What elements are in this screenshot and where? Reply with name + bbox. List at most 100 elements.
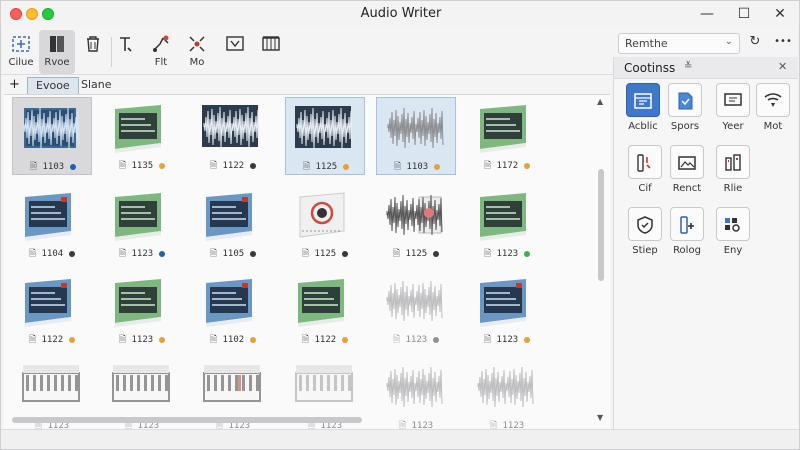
asset-tile[interactable]: 🗎 1125 xyxy=(376,185,456,263)
asset-tile[interactable]: 🗎 1125 xyxy=(285,97,365,175)
asset-thumbnail xyxy=(383,275,447,327)
asset-id: 🗎 1103 xyxy=(393,162,429,172)
panel-button-rlie[interactable] xyxy=(716,145,750,179)
green-box-icon xyxy=(115,279,161,327)
tab-evooe[interactable]: Evooe xyxy=(27,77,79,94)
book-button[interactable]: Rvoe xyxy=(39,30,75,74)
panel-button-yeer[interactable] xyxy=(716,83,750,117)
panel-button-stiep[interactable] xyxy=(628,207,662,241)
piano-red-icon xyxy=(203,365,261,402)
asset-tile[interactable]: 🗎 1172 xyxy=(467,97,547,175)
asset-tile[interactable]: 🗎 1123 xyxy=(467,185,547,263)
asset-tile[interactable]: 🗎 1123 xyxy=(467,271,547,349)
output-icon xyxy=(226,36,244,51)
resize-button[interactable]: Cilue xyxy=(3,30,39,74)
tab-slane[interactable]: Slane xyxy=(73,77,120,94)
panel-close-button[interactable]: ✕ xyxy=(778,60,787,73)
blue-box-icon xyxy=(206,279,252,327)
asset-thumbnail xyxy=(292,361,356,413)
filter-icon xyxy=(725,154,741,171)
green-box-icon xyxy=(298,279,344,327)
output-button[interactable] xyxy=(217,30,253,74)
toolbar-label: Flt xyxy=(154,57,168,68)
panel-button-cif[interactable] xyxy=(628,145,662,179)
asset-tile[interactable]: 🗎 1135 xyxy=(102,97,182,175)
red-box-icon xyxy=(299,192,345,238)
horizontal-scrollbar[interactable] xyxy=(4,414,594,426)
instrument-icon xyxy=(262,36,280,51)
window-title: Audio Writer xyxy=(360,6,442,21)
asset-thumbnail xyxy=(384,102,448,154)
panel-button-renct[interactable] xyxy=(670,145,704,179)
asset-id: 🗎 1123 xyxy=(483,335,519,345)
asset-thumbnail xyxy=(292,189,356,241)
panel-button-acblic[interactable] xyxy=(626,83,660,117)
asset-tile[interactable]: 🗎 1125 xyxy=(285,185,365,263)
asset-id: 🗎 1122 xyxy=(28,335,64,345)
asset-caption: 🗎 1122 xyxy=(193,158,273,174)
wifi-icon xyxy=(764,93,782,107)
asset-id: 🗎 1102 xyxy=(209,335,245,345)
asset-thumbnail xyxy=(474,189,538,241)
asset-tile[interactable]: 🗎 1123 xyxy=(102,185,182,263)
preset-dropdown[interactable]: Remthe ⌄ xyxy=(618,33,740,54)
monitor-button[interactable]: Mo xyxy=(179,30,215,74)
asset-tile[interactable]: 🗎 1122 xyxy=(285,271,365,349)
asset-tile[interactable]: 🗎 1103 xyxy=(12,97,92,175)
asset-thumbnail xyxy=(383,361,447,413)
asset-caption: 🗎 1125 xyxy=(376,246,456,262)
asset-caption: 🗎 1125 xyxy=(286,159,366,175)
asset-caption: 🗎 1123 xyxy=(467,332,547,348)
scrollbar-thumb[interactable] xyxy=(12,417,362,423)
add-tab-button[interactable]: + xyxy=(9,77,20,92)
asset-thumbnail xyxy=(109,101,173,153)
status-dot xyxy=(70,163,77,170)
minimize-button[interactable]: — xyxy=(695,5,719,23)
asset-caption: 🗎 1135 xyxy=(102,158,182,174)
more-options-button[interactable]: ••• xyxy=(773,32,793,52)
asset-tile[interactable]: 🗎 1103 xyxy=(376,97,456,175)
text-tool-button[interactable] xyxy=(107,30,143,74)
effects-icon xyxy=(153,35,169,52)
status-bar xyxy=(1,429,799,449)
asset-tile[interactable]: 🗎 1105 xyxy=(193,185,273,263)
asset-tile[interactable]: 🗎 1122 xyxy=(12,271,92,349)
status-dot xyxy=(250,250,257,257)
asset-thumbnail xyxy=(200,275,264,327)
asset-thumbnail xyxy=(200,189,264,241)
scrollbar-thumb[interactable] xyxy=(598,169,604,281)
maximize-button[interactable]: ☐ xyxy=(732,5,756,23)
panel-menu-icon[interactable]: ≚ xyxy=(684,61,692,72)
asset-thumbnail xyxy=(383,189,447,241)
wave-dark-icon xyxy=(202,105,260,148)
book-icon xyxy=(50,36,64,52)
status-dot xyxy=(434,163,441,170)
instrument-button[interactable] xyxy=(253,30,289,74)
refresh-button[interactable]: ↻ xyxy=(745,32,765,52)
effects-button[interactable]: Flt xyxy=(143,30,179,74)
asset-id: 🗎 1122 xyxy=(209,161,245,171)
asset-tile[interactable]: 🗎 1123 xyxy=(376,271,456,349)
asset-id: 🗎 1123 xyxy=(483,249,519,259)
calendar-icon xyxy=(634,93,652,109)
asset-tile[interactable]: 🗎 1122 xyxy=(193,97,273,175)
scroll-up-arrow[interactable]: ▲ xyxy=(597,97,603,106)
close-button[interactable]: ✕ xyxy=(768,5,792,23)
asset-caption: 🗎 1125 xyxy=(285,246,365,262)
asset-id: 🗎 1123 xyxy=(118,335,154,345)
blue-box-icon xyxy=(480,279,526,327)
scroll-down-arrow[interactable]: ▼ xyxy=(597,413,603,422)
asset-tile[interactable]: 🗎 1123 xyxy=(102,271,182,349)
image-icon xyxy=(678,156,696,170)
vertical-scrollbar[interactable]: ▲ ▼ xyxy=(595,95,607,430)
panel-button-eny[interactable] xyxy=(716,207,750,241)
wave-grey-icon xyxy=(387,107,444,149)
asset-tile[interactable]: 🗎 1104 xyxy=(12,185,92,263)
asset-tile[interactable]: 🗎 1102 xyxy=(193,271,273,349)
panel-button-mot[interactable] xyxy=(756,83,790,117)
asset-thumbnail xyxy=(200,361,264,413)
status-dot xyxy=(250,336,257,343)
panel-button-spors[interactable] xyxy=(668,83,702,117)
clear-button[interactable] xyxy=(75,30,111,74)
panel-button-rolog[interactable] xyxy=(670,207,704,241)
